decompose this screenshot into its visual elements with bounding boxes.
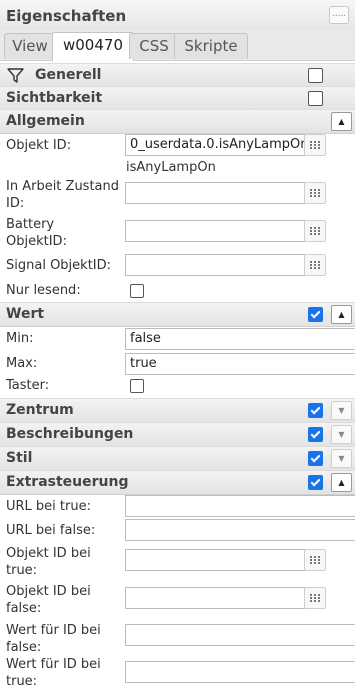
group-beschreibungen-checkbox[interactable] [308,427,323,442]
group-generell[interactable]: Generell [0,63,355,88]
group-allgemein[interactable]: Allgemein ▲ [0,109,355,134]
objekt-id-true-label: Objekt ID bei true: [6,546,91,578]
expand-down-icon[interactable]: ▼ [331,401,352,420]
group-sichtbarkeit[interactable]: Sichtbarkeit [0,86,355,111]
group-stil-checkbox[interactable] [308,451,323,466]
min-input[interactable]: false [125,328,355,350]
collapse-up-icon[interactable]: ▲ [331,305,352,324]
objekt-id-false-label: Objekt ID bei false: [6,584,91,616]
objekt-id-picker-button[interactable] [304,134,326,156]
url-true-input[interactable] [125,495,355,517]
group-sichtbarkeit-label: Sichtbarkeit [6,90,103,106]
group-extrasteuerung[interactable]: Extrasteuerung ▲ [0,470,355,495]
group-stil-label: Stil [6,450,33,466]
tab-skripte[interactable]: Skripte [174,33,248,59]
group-zentrum-label: Zentrum [6,402,74,418]
group-extrasteuerung-checkbox[interactable] [308,475,323,490]
expand-down-icon[interactable]: ▼ [331,449,352,468]
filter-icon [7,68,24,83]
collapse-up-icon[interactable]: ▲ [331,473,352,492]
in-arbeit-picker-button[interactable] [304,182,326,204]
tab-widget[interactable]: w00470 [52,32,134,61]
wert-id-true-input[interactable] [125,661,355,683]
list-icon [310,594,320,602]
wert-id-false-input[interactable] [125,624,355,646]
battery-picker-button[interactable] [304,220,326,242]
group-allgemein-label: Allgemein [6,113,85,129]
group-beschreibungen[interactable]: Beschreibungen ▼ [0,422,355,447]
taster-label: Taster: [6,378,50,393]
url-false-label: URL bei false: [6,523,96,538]
group-wert-label: Wert [6,306,45,322]
signal-input[interactable] [125,254,305,276]
group-extrasteuerung-label: Extrasteuerung [6,474,129,490]
list-icon [310,227,320,235]
url-false-input[interactable] [125,519,355,541]
expand-down-icon[interactable]: ▼ [331,425,352,444]
objekt-id-false-input[interactable] [125,587,305,609]
objekt-id-input[interactable]: 0_userdata.0.isAnyLampOn [125,134,305,156]
in-arbeit-input[interactable] [125,182,305,204]
group-wert-checkbox[interactable] [308,307,323,322]
objekt-id-true-picker-button[interactable] [304,549,326,571]
taster-checkbox[interactable] [130,379,144,393]
signal-label: Signal ObjektID: [6,258,112,273]
panel-title: Eigenschaften [6,7,127,25]
group-stil[interactable]: Stil ▼ [0,446,355,471]
group-generell-label: Generell [35,67,102,83]
list-icon [310,189,320,197]
nur-lesend-label: Nur lesend: [6,283,81,298]
group-zentrum[interactable]: Zentrum ▼ [0,398,355,423]
nur-lesend-checkbox[interactable] [130,284,144,298]
group-zentrum-checkbox[interactable] [308,403,323,418]
properties-panel: Eigenschaften ..... View w00470 CSS Skri… [0,0,355,690]
objekt-id-false-picker-button[interactable] [304,587,326,609]
max-input[interactable]: true [125,353,355,375]
objekt-id-label: Objekt ID: [6,138,72,153]
group-sichtbarkeit-checkbox[interactable] [308,91,323,106]
in-arbeit-label: In Arbeit Zustand ID: [6,179,120,211]
group-generell-checkbox[interactable] [308,68,323,83]
list-icon [310,556,320,564]
objekt-id-resolved-name: isAnyLampOn [126,160,216,175]
panel-title-bar: Eigenschaften ..... [0,0,355,31]
max-label: Max: [6,356,38,371]
wert-id-true-label: Wert für ID bei true: [6,657,101,689]
collapse-up-icon[interactable]: ▲ [331,112,352,131]
tab-css[interactable]: CSS [129,33,179,59]
battery-input[interactable] [125,220,305,242]
panel-menu-button[interactable]: ..... [329,6,349,24]
url-true-label: URL bei true: [6,499,91,514]
group-beschreibungen-label: Beschreibungen [6,426,134,442]
tab-view[interactable]: View [4,33,56,59]
group-wert[interactable]: Wert ▲ [0,302,355,327]
objekt-id-true-input[interactable] [125,549,305,571]
list-icon [310,141,320,149]
battery-label: Battery ObjektID: [6,217,67,249]
wert-id-false-label: Wert für ID bei false: [6,623,101,655]
tab-bar: View w00470 CSS Skripte [0,30,355,61]
min-label: Min: [6,331,34,346]
list-icon [310,261,320,269]
signal-picker-button[interactable] [304,254,326,276]
